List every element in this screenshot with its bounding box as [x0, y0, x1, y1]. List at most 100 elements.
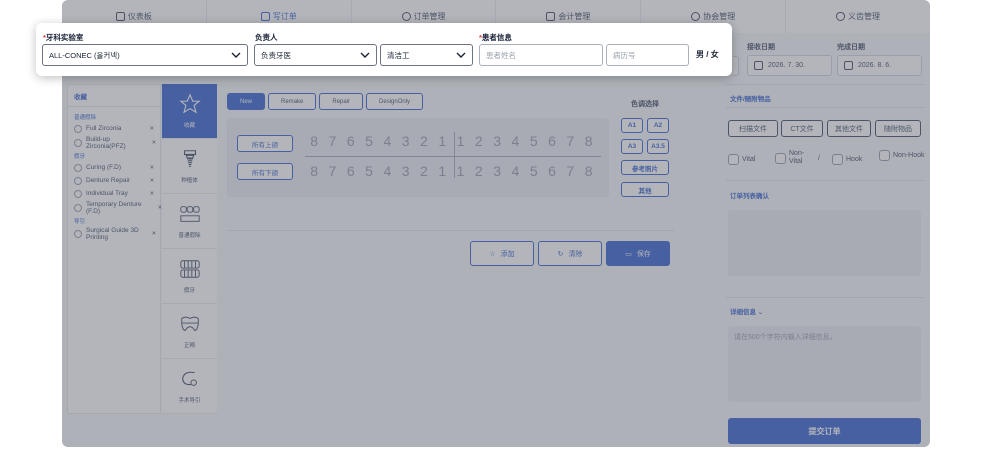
tooth-number[interactable]: 3 [488, 163, 506, 179]
favorite-item[interactable]: Surgical Guide 3D Printing × [68, 227, 156, 241]
remove-icon[interactable]: × [150, 125, 154, 132]
remove-icon[interactable]: × [150, 164, 154, 171]
tooth-number[interactable]: 2 [470, 163, 488, 179]
favorite-item[interactable]: Full Zirconia × [68, 123, 160, 134]
remove-icon[interactable]: × [152, 140, 156, 147]
patient-name-input[interactable]: 患者姓名 [479, 44, 603, 66]
favorite-item[interactable]: Denture Repair × [68, 175, 160, 186]
remove-icon[interactable]: × [152, 231, 156, 238]
all-upper-button[interactable]: 所有上颌 [237, 135, 293, 152]
shade-a3-button[interactable]: A3 [621, 139, 643, 154]
settings-icon [401, 12, 411, 21]
tooth-number[interactable]: 5 [360, 133, 378, 149]
category-denture[interactable]: 假牙 [162, 249, 217, 304]
non-vital-checkbox[interactable]: Non-Vital [775, 150, 811, 166]
tooth-number[interactable]: 5 [360, 163, 378, 179]
tab-denture-management[interactable]: 义齿管理 [786, 0, 930, 33]
category-surgical-guide[interactable]: 手术导引 [162, 359, 217, 414]
reference-photo-button[interactable]: 参考照片 [621, 160, 669, 175]
chevron-down-icon [456, 52, 466, 58]
non-hook-checkbox[interactable]: Non-Hook [879, 150, 925, 161]
tooth-number[interactable]: 7 [561, 133, 579, 149]
tooth-number[interactable]: 4 [378, 133, 396, 149]
tooth-number[interactable]: 5 [525, 163, 543, 179]
clear-button[interactable]: ↻ 清除 [538, 241, 602, 266]
tooth-number[interactable]: 2 [415, 133, 433, 149]
remove-icon[interactable]: × [150, 177, 154, 184]
tooth-number[interactable]: 6 [543, 133, 561, 149]
tooth-number[interactable]: 2 [415, 163, 433, 179]
hook-checkbox[interactable]: Hook [832, 154, 862, 165]
radio-icon [74, 189, 82, 198]
type-new-button[interactable]: New [227, 93, 266, 110]
favorite-item[interactable]: Individual Tray × [68, 188, 160, 199]
gender-male[interactable]: 男 [696, 50, 704, 59]
type-repair-button[interactable]: Repair [319, 93, 364, 110]
tooth-number[interactable]: 5 [525, 133, 543, 149]
record-number-input[interactable]: 病历号 [606, 44, 689, 66]
tooth-number[interactable]: 8 [305, 163, 323, 179]
category-implant[interactable]: 种植体 [162, 139, 217, 194]
tooth-number[interactable]: 4 [378, 163, 396, 179]
details-toggle[interactable]: 详细信息 ⌄ [730, 306, 763, 316]
tooth-number[interactable]: 6 [342, 163, 360, 179]
tooth-number[interactable]: 1 [433, 163, 451, 179]
tooth-number[interactable]: 1 [433, 133, 451, 149]
tooth-number[interactable]: 8 [305, 133, 323, 149]
user-icon [691, 12, 701, 21]
tooth-number[interactable]: 3 [488, 133, 506, 149]
tooth-number[interactable]: 7 [323, 163, 341, 179]
vital-checkbox[interactable]: Vital [728, 154, 756, 165]
received-date-field[interactable]: 2026. 7. 30. [747, 55, 832, 76]
shade-a1-button[interactable]: A1 [621, 118, 643, 133]
tooth-number[interactable]: 6 [342, 133, 360, 149]
complete-date-field[interactable]: 2026. 8. 6. [837, 55, 922, 76]
technician-select[interactable]: 清洁工 [380, 44, 473, 66]
tooth-number[interactable]: 6 [543, 163, 561, 179]
shade-a35-button[interactable]: A3.5 [647, 139, 669, 154]
tooth-number[interactable]: 4 [506, 133, 524, 149]
ct-file-button[interactable]: CT文件 [781, 120, 823, 137]
surgical-guide-icon [181, 371, 197, 386]
check-separator: / [818, 155, 820, 162]
all-lower-button[interactable]: 所有下颌 [237, 163, 293, 180]
tooth-number[interactable]: 7 [561, 163, 579, 179]
radio-icon [74, 139, 82, 147]
gender-female[interactable]: 女 [711, 50, 719, 59]
divider [227, 230, 674, 231]
favorite-item[interactable]: Build-up Zirconia(PFZ) × [68, 136, 156, 150]
tooth-number[interactable]: 3 [396, 133, 414, 149]
order-header-popup: *牙科实验室 负责人 *患者信息 ALL-CONEC (올커넥) 负责牙医 清洁… [36, 23, 732, 76]
order-type-group: New Remake Repair DesignOnly [227, 93, 424, 110]
other-file-button[interactable]: 其他文件 [827, 120, 871, 137]
tooth-number[interactable]: 2 [470, 133, 488, 149]
doctor-select[interactable]: 负责牙医 [254, 44, 377, 66]
type-design-only-button[interactable]: DesignOnly [366, 93, 424, 110]
checkbox-box [879, 150, 890, 161]
tooth-number[interactable]: 8 [579, 163, 597, 179]
tooth-number[interactable]: 3 [396, 163, 414, 179]
add-button[interactable]: ☆ 添加 [470, 241, 534, 266]
submit-order-button[interactable]: 提交订单 [728, 418, 921, 444]
favorite-item[interactable]: Temporary Denture (F.D) × [68, 201, 162, 215]
tooth-number[interactable]: 7 [323, 133, 341, 149]
attachment-button[interactable]: 随附物品 [875, 120, 921, 137]
category-bridge[interactable]: 普通假除 [162, 194, 217, 249]
favorite-item[interactable]: Curing (F.D) × [68, 162, 160, 173]
category-favorites[interactable]: 收藏 [162, 84, 217, 139]
shade-a2-button[interactable]: A2 [647, 118, 669, 133]
tooth-number[interactable]: 4 [506, 163, 524, 179]
shade-other-button[interactable]: 其他 [621, 182, 669, 197]
details-textarea[interactable]: 请在500个字符内输入详细信息。 [728, 326, 921, 402]
remove-icon[interactable]: × [150, 190, 154, 197]
scan-file-button[interactable]: 扫描文件 [728, 120, 778, 137]
gender-toggle-edge[interactable] [733, 56, 739, 76]
type-remake-button[interactable]: Remake [268, 93, 317, 110]
divider [726, 84, 924, 85]
gender-toggle[interactable]: 男 / 女 [696, 49, 719, 60]
grid-icon [115, 12, 125, 21]
category-orthodontic[interactable]: 正畸 [162, 304, 217, 359]
tooth-number[interactable]: 8 [579, 133, 597, 149]
lab-select[interactable]: ALL-CONEC (올커넥) [42, 44, 248, 66]
save-button[interactable]: ▭ 保存 [606, 241, 670, 266]
